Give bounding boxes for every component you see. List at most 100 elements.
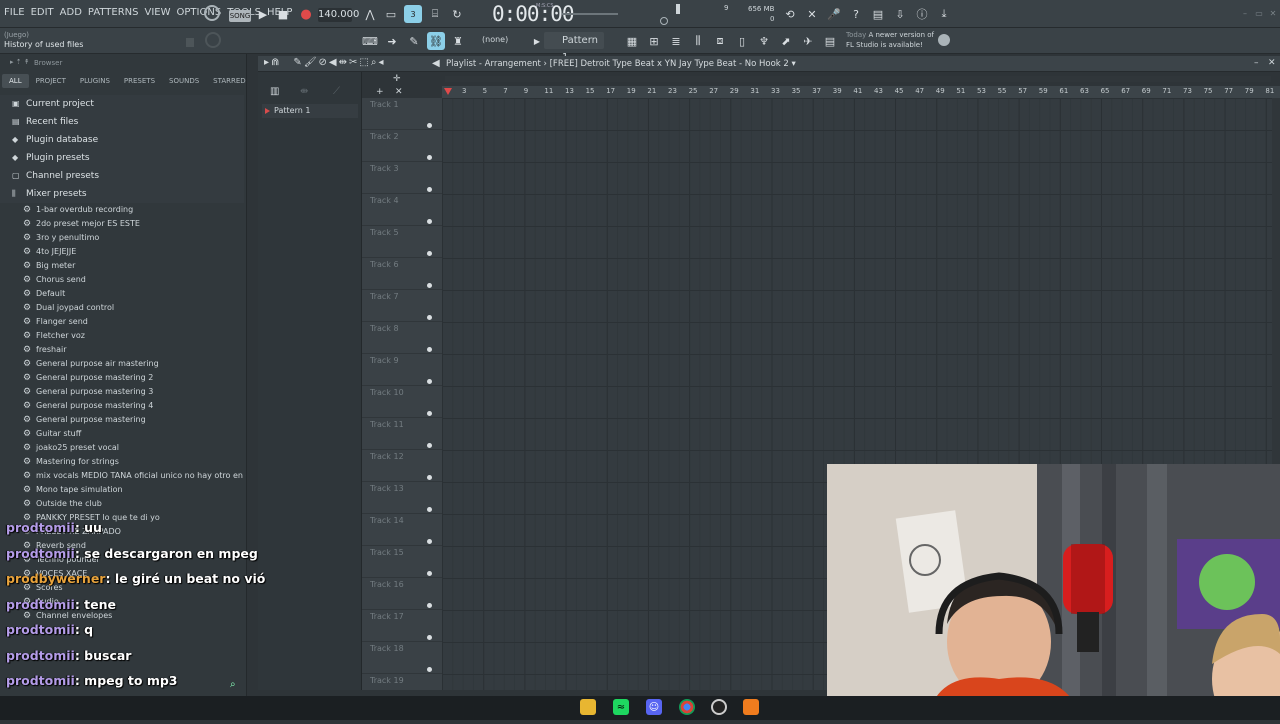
track-header[interactable]: Track 6	[362, 258, 442, 290]
spotify-icon[interactable]: ≈	[613, 699, 629, 715]
countdown-icon[interactable]: 3	[404, 5, 422, 23]
download-icon[interactable]: ⤓	[935, 5, 953, 23]
picker-automation-icon[interactable]: ⟋	[333, 86, 340, 97]
mixer-preset-item[interactable]: Mono tape simulation	[0, 483, 244, 497]
pencil-icon[interactable]: ✎	[405, 32, 423, 50]
sample-icon[interactable]: ▤	[821, 32, 839, 50]
menu-file[interactable]: FILE	[4, 7, 25, 18]
master-volume-knob[interactable]	[204, 5, 220, 21]
track-header[interactable]: Track 4	[362, 194, 442, 226]
menu-patterns[interactable]: PATTERNS	[88, 7, 139, 18]
save-icon[interactable]: ▤	[869, 5, 887, 23]
tempo-display[interactable]: 140.000	[318, 8, 352, 22]
track-header[interactable]: Track 2	[362, 130, 442, 162]
track-mute-led[interactable]	[427, 443, 432, 448]
track-mute-led[interactable]	[427, 155, 432, 160]
browser-tab-project[interactable]: PROJECT	[29, 74, 73, 88]
track-mute-led[interactable]	[427, 283, 432, 288]
track-mute-led[interactable]	[427, 571, 432, 576]
picker-clip-icon[interactable]: ⇼	[300, 86, 308, 97]
help-icon[interactable]: ?	[847, 5, 865, 23]
browser-folder-plugin-presets[interactable]: ◆Plugin presets	[0, 149, 244, 167]
stop-button[interactable]: ■	[274, 5, 292, 23]
browser-folder-current-project[interactable]: ▣Current project	[0, 95, 244, 113]
zoom-tool-icon[interactable]: ⌕	[371, 57, 377, 68]
plugin-picker-icon[interactable]: ♆	[755, 32, 773, 50]
mixer-preset-item[interactable]: General purpose mastering 2	[0, 371, 244, 385]
mixer-preset-item[interactable]: Mastering for strings	[0, 455, 244, 469]
add-track-icon[interactable]: +	[376, 87, 384, 97]
mixer-preset-item[interactable]: freshair	[0, 343, 244, 357]
mixer-preset-item[interactable]: General purpose mastering	[0, 413, 244, 427]
track-mute-led[interactable]	[427, 667, 432, 672]
track-mute-led[interactable]	[427, 507, 432, 512]
browser-tab-presets[interactable]: PRESETS	[117, 74, 162, 88]
microphone-icon[interactable]: 🎤	[825, 5, 843, 23]
browser-folder-plugin-database[interactable]: ◆Plugin database	[0, 131, 244, 149]
track-header[interactable]: Track 12	[362, 450, 442, 482]
track-header[interactable]: Track 16	[362, 578, 442, 610]
zoom-crosshair-icon[interactable]: ✛	[393, 74, 401, 84]
picker-pattern-item[interactable]: Pattern 1	[262, 104, 358, 118]
select-tool-icon[interactable]: ⬚	[359, 57, 368, 68]
wait-for-input-icon[interactable]: ▭	[382, 5, 400, 23]
browser-tab-all[interactable]: ALL	[2, 74, 29, 88]
mixer-preset-item[interactable]: Outside the club	[0, 497, 244, 511]
track-mute-led[interactable]	[427, 315, 432, 320]
mixer-preset-item[interactable]: joako25 preset vocal	[0, 441, 244, 455]
mute-tool-icon[interactable]: ◀	[329, 57, 337, 68]
piano-roll-icon[interactable]: ⌨	[361, 32, 379, 50]
slip-tool-icon[interactable]: ⇹	[339, 57, 347, 68]
track-mute-led[interactable]	[427, 539, 432, 544]
obs-icon[interactable]	[711, 699, 727, 715]
track-header[interactable]: Track 3	[362, 162, 442, 194]
browser-tab-starred[interactable]: STARRED	[206, 74, 247, 88]
mixer-preset-item[interactable]: 4to JEJEJJE	[0, 245, 244, 259]
mixer-preset-item[interactable]: General purpose mastering 3	[0, 385, 244, 399]
track-mute-led[interactable]	[427, 347, 432, 352]
snap-selector[interactable]: (none)	[482, 35, 508, 44]
track-mute-led[interactable]	[427, 635, 432, 640]
slice-tool-icon[interactable]: ✂	[349, 57, 357, 68]
channel-rack-icon[interactable]: ⊞	[645, 32, 663, 50]
magnet-icon[interactable]: ⋒	[271, 57, 279, 68]
fl-studio-icon[interactable]	[743, 699, 759, 715]
undo-icon[interactable]: ⟲	[781, 5, 799, 23]
menu-edit[interactable]: EDIT	[31, 7, 54, 18]
mixer-preset-item[interactable]: mix vocals MEDIO TANA oficial unico no h…	[0, 469, 244, 483]
track-header[interactable]: Track 7	[362, 290, 442, 322]
playlist-back-icon[interactable]: ◀	[432, 58, 440, 69]
master-pitch-slider[interactable]	[562, 13, 618, 15]
update-notice[interactable]: Today A newer version of FL Studio is av…	[846, 30, 934, 50]
draw-tool-icon[interactable]: ✎	[293, 57, 301, 68]
stamp-icon[interactable]: ♜	[449, 32, 467, 50]
fl-logo-icon[interactable]	[938, 34, 950, 46]
timeline-ruler[interactable]: 3579111315171921232527293133353739414345…	[442, 86, 1280, 98]
browser-folder-channel-presets[interactable]: ▢Channel presets	[0, 167, 244, 185]
playback-tool-icon[interactable]: ◂	[378, 57, 383, 68]
file-explorer-icon[interactable]	[580, 699, 596, 715]
menu-add[interactable]: ADD	[60, 7, 82, 18]
playhead-marker[interactable]	[444, 88, 452, 95]
track-header[interactable]: Track 10	[362, 386, 442, 418]
playlist-minimize-icon[interactable]: –	[1254, 58, 1259, 68]
playlist-close-icon[interactable]: ✕	[1268, 58, 1276, 68]
mixer-preset-item[interactable]: 1-bar overdub recording	[0, 203, 244, 217]
arrow-tool-icon[interactable]: ➜	[383, 32, 401, 50]
mixer-preset-item[interactable]: General purpose mastering 4	[0, 399, 244, 413]
delete-tool-icon[interactable]: ⊘	[319, 57, 327, 68]
render-icon[interactable]: ⇩	[891, 5, 909, 23]
mixer-icon[interactable]: ⫼	[689, 32, 707, 50]
track-mute-led[interactable]	[427, 379, 432, 384]
browser-tab-plugins[interactable]: PLUGINS	[73, 74, 117, 88]
mixer-preset-item[interactable]: Dual joypad control	[0, 301, 244, 315]
track-mute-led[interactable]	[427, 411, 432, 416]
mixer-preset-item[interactable]: General purpose air mastering	[0, 357, 244, 371]
chrome-icon[interactable]	[679, 699, 695, 715]
track-header[interactable]: Track 8	[362, 322, 442, 354]
play-button[interactable]: ▶	[254, 5, 272, 23]
browser-folder-recent-files[interactable]: ▤Recent files	[0, 113, 244, 131]
piano-roll-view-icon[interactable]: ≣	[667, 32, 685, 50]
track-header[interactable]: Track 5	[362, 226, 442, 258]
song-mode-toggle[interactable]: SONG	[229, 10, 251, 22]
